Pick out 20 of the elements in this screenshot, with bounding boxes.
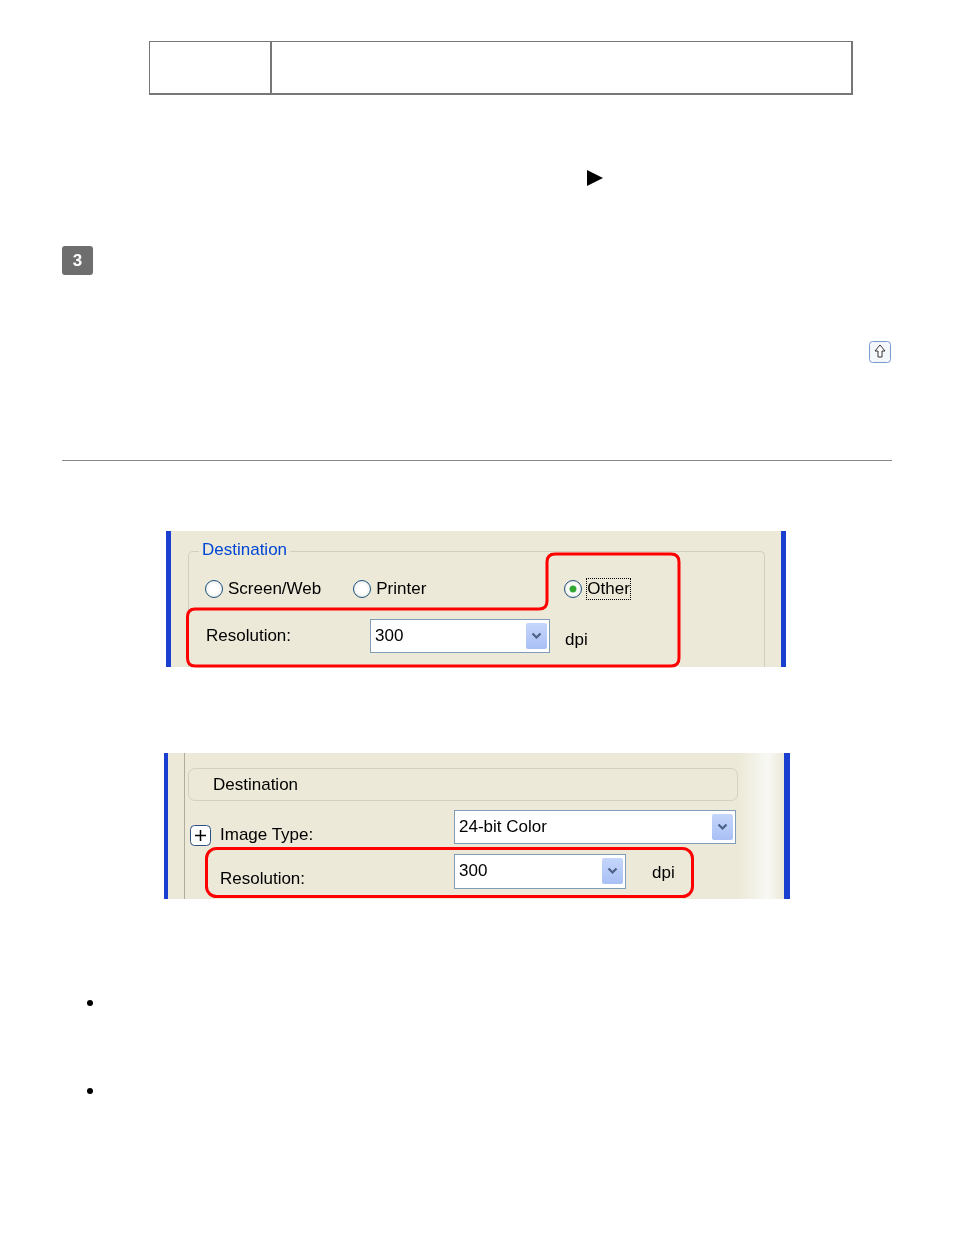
radio-button[interactable]: Screen/Web bbox=[205, 579, 322, 599]
dropdown-field[interactable]: 300 bbox=[454, 853, 626, 889]
bullet-icon bbox=[87, 1000, 93, 1006]
unit-label: dpi bbox=[565, 630, 588, 650]
field-label: Resolution: bbox=[206, 626, 293, 646]
dropdown-field[interactable]: 300 bbox=[370, 619, 550, 653]
radio-button[interactable]: Other bbox=[564, 579, 630, 599]
step-badge: 3 bbox=[62, 246, 93, 275]
chevron-icon bbox=[607, 867, 618, 875]
radio-button[interactable]: Printer bbox=[353, 579, 427, 599]
chevron-icon bbox=[531, 632, 542, 640]
bullet-icon bbox=[87, 1088, 93, 1094]
chevron-icon bbox=[717, 823, 728, 831]
triangle-icon bbox=[586, 169, 604, 187]
section-header: Destination bbox=[188, 768, 738, 801]
unit-label: dpi bbox=[652, 863, 675, 883]
field-label: Resolution: bbox=[220, 869, 307, 889]
dropdown-field[interactable]: 24-bit Color bbox=[454, 810, 736, 844]
field-label: Image Type: bbox=[220, 825, 315, 845]
expand-button[interactable] bbox=[190, 824, 211, 846]
